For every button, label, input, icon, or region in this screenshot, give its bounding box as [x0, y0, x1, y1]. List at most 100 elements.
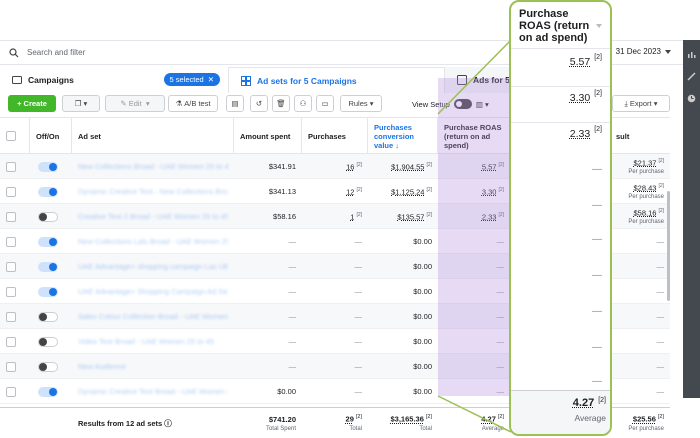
row-toggle-cell[interactable]	[32, 354, 72, 379]
adset-name-link[interactable]: Dynamic Creative Test - New Collections …	[78, 187, 228, 196]
col-roas[interactable]: Purchase ROAS (return on ad spend)	[438, 118, 510, 154]
search-input[interactable]: Search and filter	[27, 48, 85, 57]
adset-name-link[interactable]: Sales Colour Collection Broad - UAE Wome…	[78, 312, 228, 321]
status-toggle[interactable]	[38, 311, 58, 322]
adset-name-cell[interactable]: UAE Advantage+ Shopping Campaign Ad Set	[72, 279, 234, 304]
status-toggle[interactable]	[38, 236, 58, 247]
status-toggle[interactable]	[38, 211, 58, 222]
adset-name-cell[interactable]: New Collections Lals Broad - UAE Women 2…	[72, 229, 234, 254]
select-all-checkbox[interactable]	[6, 131, 16, 141]
adset-name-link[interactable]: Dynamic Creative Test Broad - UAE Women …	[78, 387, 228, 396]
adset-name-cell[interactable]: New Audience	[72, 354, 234, 379]
adset-name-cell[interactable]: UAE Advantage+ shopping campaign Las UEA	[72, 254, 234, 279]
zoom-value-3-text: 2.33	[569, 128, 591, 140]
chevron-down-icon: ▾	[367, 99, 374, 108]
clipboard-button[interactable]: ▤	[226, 95, 244, 112]
status-toggle[interactable]	[38, 161, 58, 172]
row-select-cell[interactable]	[0, 354, 30, 379]
row-checkbox[interactable]	[6, 311, 16, 322]
pcv-value: $0.00	[413, 312, 432, 321]
empty-value: —	[288, 337, 297, 346]
row-toggle-cell[interactable]	[32, 254, 72, 279]
row-select-cell[interactable]	[0, 154, 30, 179]
info-icon[interactable]: ⓘ	[164, 418, 172, 429]
create-button[interactable]: + Create	[8, 95, 56, 112]
ab-test-button[interactable]: ⚗ A/B test	[168, 95, 218, 112]
adset-name-link[interactable]: UAE Advantage+ shopping campaign Las UEA	[78, 262, 228, 271]
bar-chart-icon[interactable]	[687, 50, 696, 59]
adset-name-cell[interactable]: Video Test Broad - UAE Women 25 to 45	[72, 329, 234, 354]
adset-name-link[interactable]: New Collections Lals Broad - UAE Women 2…	[78, 237, 228, 246]
audience-button[interactable]: ⚇	[294, 95, 312, 112]
adset-name-cell[interactable]: Creative Test 2 Broad - UAE Women 25 to …	[72, 204, 234, 229]
col-amount[interactable]: Amount spent	[234, 118, 302, 154]
adset-name-cell[interactable]: New Collections Broad - UAE Women 25 to …	[72, 154, 234, 179]
clock-icon[interactable]	[687, 94, 696, 103]
row-toggle-cell[interactable]	[32, 154, 72, 179]
pencil-icon[interactable]	[687, 72, 696, 81]
tab-campaigns[interactable]: Campaigns 5 selected ✕	[0, 67, 228, 93]
row-checkbox[interactable]	[6, 336, 16, 347]
row-toggle-cell[interactable]	[32, 329, 72, 354]
undo-button[interactable]: ↺	[250, 95, 268, 112]
row-select-cell[interactable]	[0, 229, 30, 254]
adset-name-cell[interactable]: Dynamic Creative Test Broad - UAE Women …	[72, 379, 234, 404]
view-setup-toggle[interactable]: View Setup ▥ ▾	[412, 99, 489, 109]
status-toggle[interactable]	[38, 286, 58, 297]
row-select-cell[interactable]	[0, 379, 30, 404]
table-scrollbar[interactable]	[667, 191, 670, 301]
status-toggle[interactable]	[38, 336, 58, 347]
delete-button[interactable]: 🗑	[272, 95, 290, 112]
col-pcv[interactable]: Purchases conversion value ↓	[368, 118, 438, 154]
close-icon[interactable]: ✕	[208, 75, 214, 84]
edit-button[interactable]: ✎ Edit ▾	[105, 95, 165, 112]
export-button[interactable]: ⤓ Export ▾	[612, 95, 670, 112]
row-toggle-cell[interactable]	[32, 204, 72, 229]
row-select-cell[interactable]	[0, 304, 30, 329]
adset-name-link[interactable]: New Audience	[78, 362, 126, 371]
toggle-switch[interactable]	[453, 99, 472, 109]
duplicate-button[interactable]: ❐ ▾	[62, 95, 100, 112]
date-range-picker[interactable]: 31 Dec 2023	[616, 47, 671, 56]
adset-name-link[interactable]: Video Test Broad - UAE Women 25 to 45	[78, 337, 214, 346]
row-select-cell[interactable]	[0, 204, 30, 229]
selected-count-badge[interactable]: 5 selected ✕	[163, 73, 220, 86]
comment-button[interactable]: ▭	[316, 95, 334, 112]
row-checkbox[interactable]	[6, 236, 16, 247]
adset-name-link[interactable]: New Collections Broad - UAE Women 25 to …	[78, 162, 228, 171]
col-offon[interactable]: Off/On	[30, 118, 72, 154]
status-toggle[interactable]	[38, 386, 58, 397]
col-adset[interactable]: Ad set	[72, 118, 234, 154]
row-toggle-cell[interactable]	[32, 229, 72, 254]
adset-name-link[interactable]: Creative Test 2 Broad - UAE Women 25 to …	[78, 212, 228, 221]
row-checkbox[interactable]	[6, 261, 16, 272]
status-toggle[interactable]	[38, 261, 58, 272]
row-select-cell[interactable]	[0, 279, 30, 304]
row-checkbox[interactable]	[6, 286, 16, 297]
adset-name-link[interactable]: UAE Advantage+ Shopping Campaign Ad Set	[78, 287, 228, 296]
row-toggle-cell[interactable]	[32, 304, 72, 329]
select-all-cell[interactable]	[0, 118, 30, 154]
row-checkbox[interactable]	[6, 186, 16, 197]
row-toggle-cell[interactable]	[32, 279, 72, 304]
row-select-cell[interactable]	[0, 254, 30, 279]
row-checkbox[interactable]	[6, 161, 16, 172]
rules-button[interactable]: Rules ▾	[340, 95, 382, 112]
pcv-cell: $135.57 [2]	[368, 204, 438, 229]
tab-adsets[interactable]: Ad sets for 5 Campaigns	[228, 67, 445, 93]
col-result[interactable]: sult	[610, 118, 670, 154]
row-checkbox[interactable]	[6, 211, 16, 222]
adset-name-cell[interactable]: Dynamic Creative Test - New Collections …	[72, 179, 234, 204]
row-toggle-cell[interactable]	[32, 379, 72, 404]
status-toggle[interactable]	[38, 361, 58, 372]
row-toggle-cell[interactable]	[32, 179, 72, 204]
footnote-marker: [2]	[498, 161, 504, 168]
adset-name-cell[interactable]: Sales Colour Collection Broad - UAE Wome…	[72, 304, 234, 329]
columns-icon[interactable]: ▥ ▾	[476, 100, 489, 109]
row-select-cell[interactable]	[0, 179, 30, 204]
row-select-cell[interactable]	[0, 329, 30, 354]
row-checkbox[interactable]	[6, 361, 16, 372]
status-toggle[interactable]	[38, 186, 58, 197]
row-checkbox[interactable]	[6, 386, 16, 397]
col-purchases[interactable]: Purchases	[302, 118, 368, 154]
